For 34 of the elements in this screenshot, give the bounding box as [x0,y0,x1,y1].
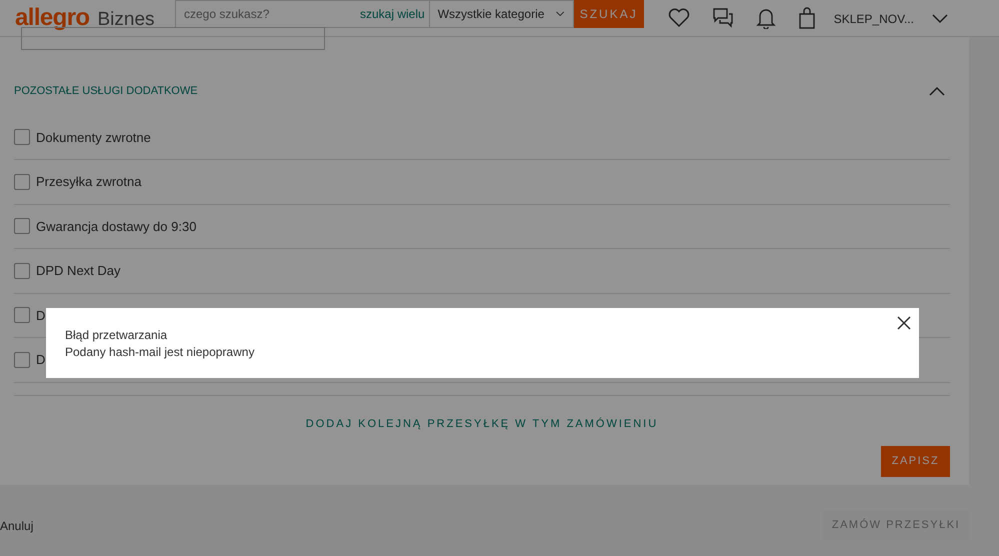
checkbox[interactable] [14,352,30,368]
bell-icon[interactable] [756,7,776,29]
dialog-message: Podany hash-mail jest niepoprawny [65,344,254,361]
checkbox[interactable] [14,174,30,190]
option-label: Dokumenty zwrotne [36,128,151,147]
save-button[interactable]: ZAPISZ [881,446,950,477]
dialog-title: Błąd przetwarzania [65,327,168,344]
heart-icon[interactable] [668,8,690,28]
option-label: DPD Next Day [36,262,121,280]
multi-search-link[interactable]: szukaj wielu [360,0,429,28]
section-title: POZOSTAŁE USŁUGI DODATKOWE [14,84,198,99]
option-label: Gwarancja dostawy do 9:30 [36,218,196,236]
search-field[interactable]: czego szukasz? [175,0,360,28]
chat-icon[interactable] [712,7,734,29]
checkbox[interactable] [14,262,30,279]
search-button[interactable]: SZUKAJ [574,0,644,28]
option-label: Przesyłka zwrotna [36,173,142,191]
checkbox[interactable] [14,218,30,234]
logo[interactable]: allegro [15,6,90,30]
checkbox[interactable] [14,129,30,146]
chevron-down-icon [556,9,565,19]
checkbox[interactable] [14,307,30,324]
chevron-down-icon [932,14,948,24]
close-icon[interactable] [897,316,911,330]
collapse-toggle[interactable] [929,86,945,96]
option-label: D [36,306,46,324]
option-label: D [36,351,46,369]
shopping-bag-icon[interactable] [798,7,816,29]
cancel-link[interactable]: Anuluj [0,516,34,534]
logo-suffix: Biznes [98,10,155,29]
category-select[interactable]: Wszystkie kategorie [428,0,574,28]
account-name[interactable]: SKLEP_NOV... [834,10,914,28]
add-shipment-link[interactable]: DODAJ KOLEJNĄ PRZESYŁKĘ W TYM ZAMÓWIENIU [306,416,658,432]
chevron-up-icon [929,86,945,96]
